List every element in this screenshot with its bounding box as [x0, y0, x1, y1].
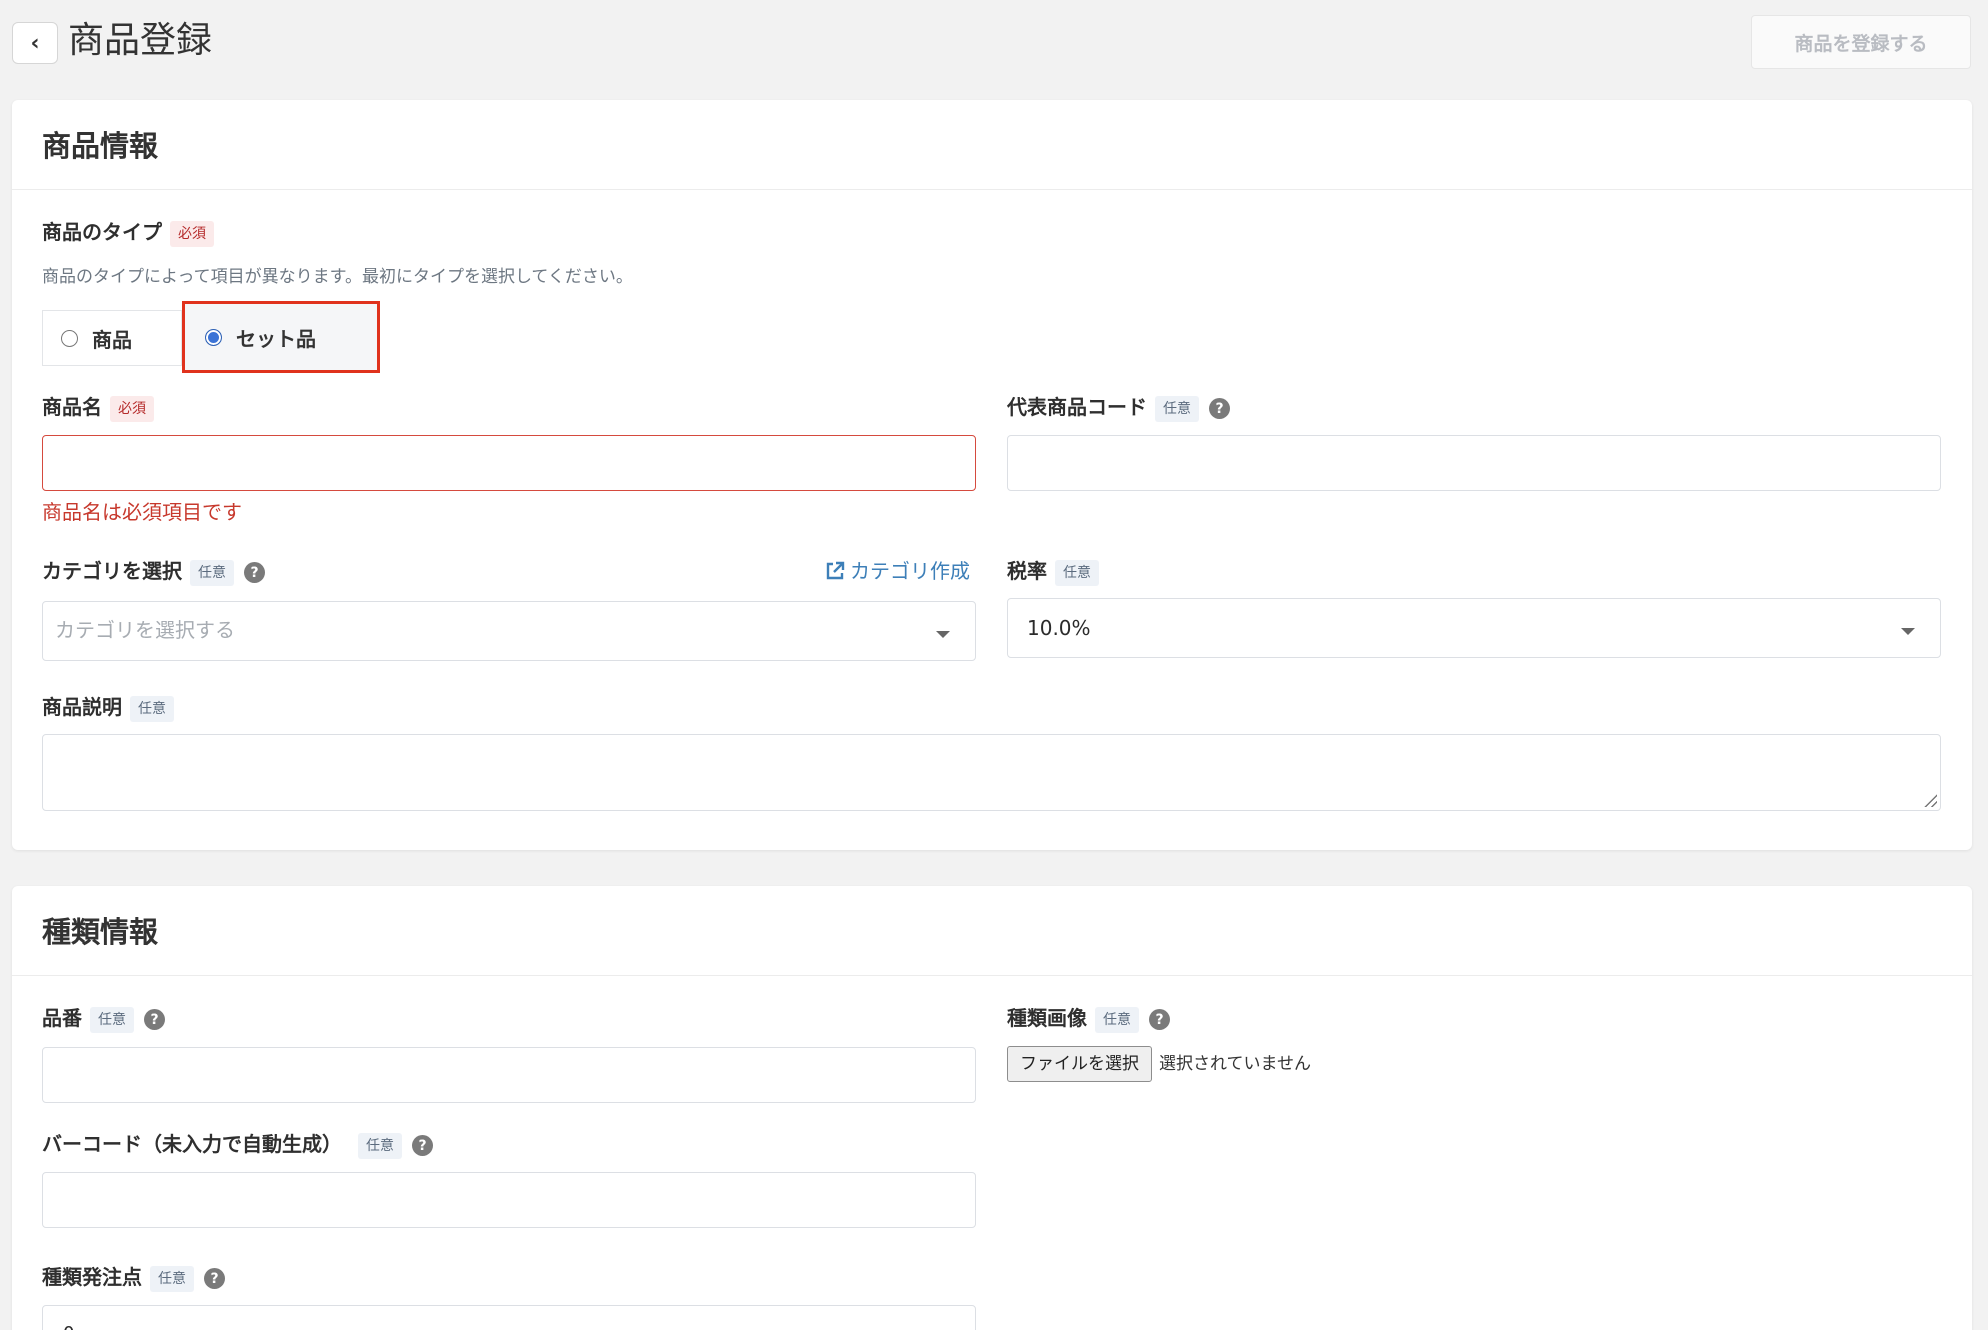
file-status-text: 選択されていません	[1159, 1054, 1311, 1074]
category-placeholder: カテゴリを選択する	[55, 618, 235, 642]
card-divider	[12, 189, 1972, 190]
radio-unchecked-icon	[61, 329, 78, 347]
tax-rate-value: 10.0%	[1027, 616, 1091, 640]
radio-checked-icon	[205, 328, 222, 346]
variant-image-label: 種類画像 任意?	[1007, 1004, 1170, 1033]
create-category-text: カテゴリ作成	[850, 559, 970, 583]
help-icon[interactable]: ?	[244, 562, 265, 583]
resize-handle-icon[interactable]	[1923, 793, 1937, 807]
product-name-error: 商品名は必須項目です	[42, 500, 242, 524]
chevron-left-icon: ‹	[30, 30, 40, 56]
category-label: カテゴリを選択 任意?	[42, 557, 265, 586]
part-number-label-text: 品番	[42, 1006, 82, 1030]
page-header: ‹ 商品登録 商品を登録する	[0, 0, 1988, 90]
caret-down-icon	[1901, 628, 1915, 635]
optional-badge: 任意	[130, 695, 174, 722]
variant-image-file-input: ファイルを選択 選択されていません	[1007, 1046, 1311, 1082]
optional-badge: 任意	[150, 1265, 194, 1292]
optional-badge: 任意	[1155, 395, 1199, 422]
product-type-description: 商品のタイプによって項目が異なります。最初にタイプを選択してください。	[42, 267, 633, 287]
create-category-link[interactable]: カテゴリ作成	[824, 557, 970, 585]
help-icon[interactable]: ?	[1209, 398, 1230, 419]
help-icon[interactable]: ?	[204, 1268, 225, 1289]
variant-image-label-text: 種類画像	[1007, 1006, 1087, 1030]
product-code-label-text: 代表商品コード	[1007, 395, 1147, 419]
page-title: 商品登録	[68, 20, 213, 61]
product-info-card: 商品情報 商品のタイプ 必須 商品のタイプによって項目が異なります。最初にタイプを…	[12, 100, 1972, 850]
product-info-title: 商品情報	[42, 129, 159, 163]
radio-option-product[interactable]: 商品	[42, 310, 182, 366]
product-type-label-text: 商品のタイプ	[42, 220, 162, 244]
part-number-input[interactable]	[42, 1047, 976, 1103]
product-description-label-text: 商品説明	[42, 695, 122, 719]
product-code-label: 代表商品コード 任意?	[1007, 393, 1230, 422]
help-icon[interactable]: ?	[1149, 1009, 1170, 1030]
product-code-input[interactable]	[1007, 435, 1941, 491]
optional-badge: 任意	[1055, 559, 1099, 586]
barcode-label: バーコード（未入力で自動生成） 任意?	[42, 1130, 433, 1159]
tax-rate-label-text: 税率	[1007, 559, 1047, 583]
reorder-point-label: 種類発注点 任意?	[42, 1263, 225, 1292]
variant-info-title: 種類情報	[42, 915, 159, 949]
category-label-text: カテゴリを選択	[42, 559, 182, 583]
product-type-label: 商品のタイプ 必須	[42, 218, 214, 247]
required-badge: 必須	[170, 220, 214, 247]
optional-badge: 任意	[90, 1006, 134, 1033]
barcode-input[interactable]	[42, 1172, 976, 1228]
product-type-radio-group: 商品 セット品	[42, 301, 380, 373]
optional-badge: 任意	[190, 559, 234, 586]
help-icon[interactable]: ?	[412, 1135, 433, 1156]
part-number-label: 品番 任意?	[42, 1004, 165, 1033]
register-product-button[interactable]: 商品を登録する	[1751, 15, 1971, 69]
product-description-textarea[interactable]	[42, 734, 1941, 811]
barcode-label-text: バーコード（未入力で自動生成）	[42, 1132, 342, 1156]
radio-option-label: 商品	[92, 327, 132, 352]
required-badge: 必須	[110, 395, 154, 422]
optional-badge: 任意	[358, 1132, 402, 1159]
product-description-label: 商品説明 任意	[42, 693, 174, 722]
radio-option-set-product[interactable]: セット品	[182, 301, 380, 373]
product-name-label: 商品名 必須	[42, 393, 154, 422]
help-icon[interactable]: ?	[144, 1009, 165, 1030]
card-divider	[12, 975, 1972, 976]
optional-badge: 任意	[1095, 1006, 1139, 1033]
caret-down-icon	[936, 631, 950, 638]
product-name-label-text: 商品名	[42, 395, 102, 419]
back-button[interactable]: ‹	[12, 22, 58, 64]
variant-info-card: 種類情報 品番 任意? 種類画像 任意? ファイルを選択 選択されていません バーコ…	[12, 886, 1972, 1330]
category-select[interactable]: カテゴリを選択する	[42, 601, 976, 661]
tax-rate-select[interactable]: 10.0%	[1007, 598, 1941, 658]
choose-file-button[interactable]: ファイルを選択	[1007, 1046, 1152, 1082]
product-name-input[interactable]	[42, 435, 976, 491]
external-link-icon	[826, 561, 845, 580]
tax-rate-label: 税率 任意	[1007, 557, 1099, 586]
reorder-point-input[interactable]: 0	[42, 1305, 976, 1330]
reorder-point-value: 0	[63, 1320, 74, 1330]
reorder-point-label-text: 種類発注点	[42, 1265, 142, 1289]
radio-option-label: セット品	[236, 326, 316, 351]
